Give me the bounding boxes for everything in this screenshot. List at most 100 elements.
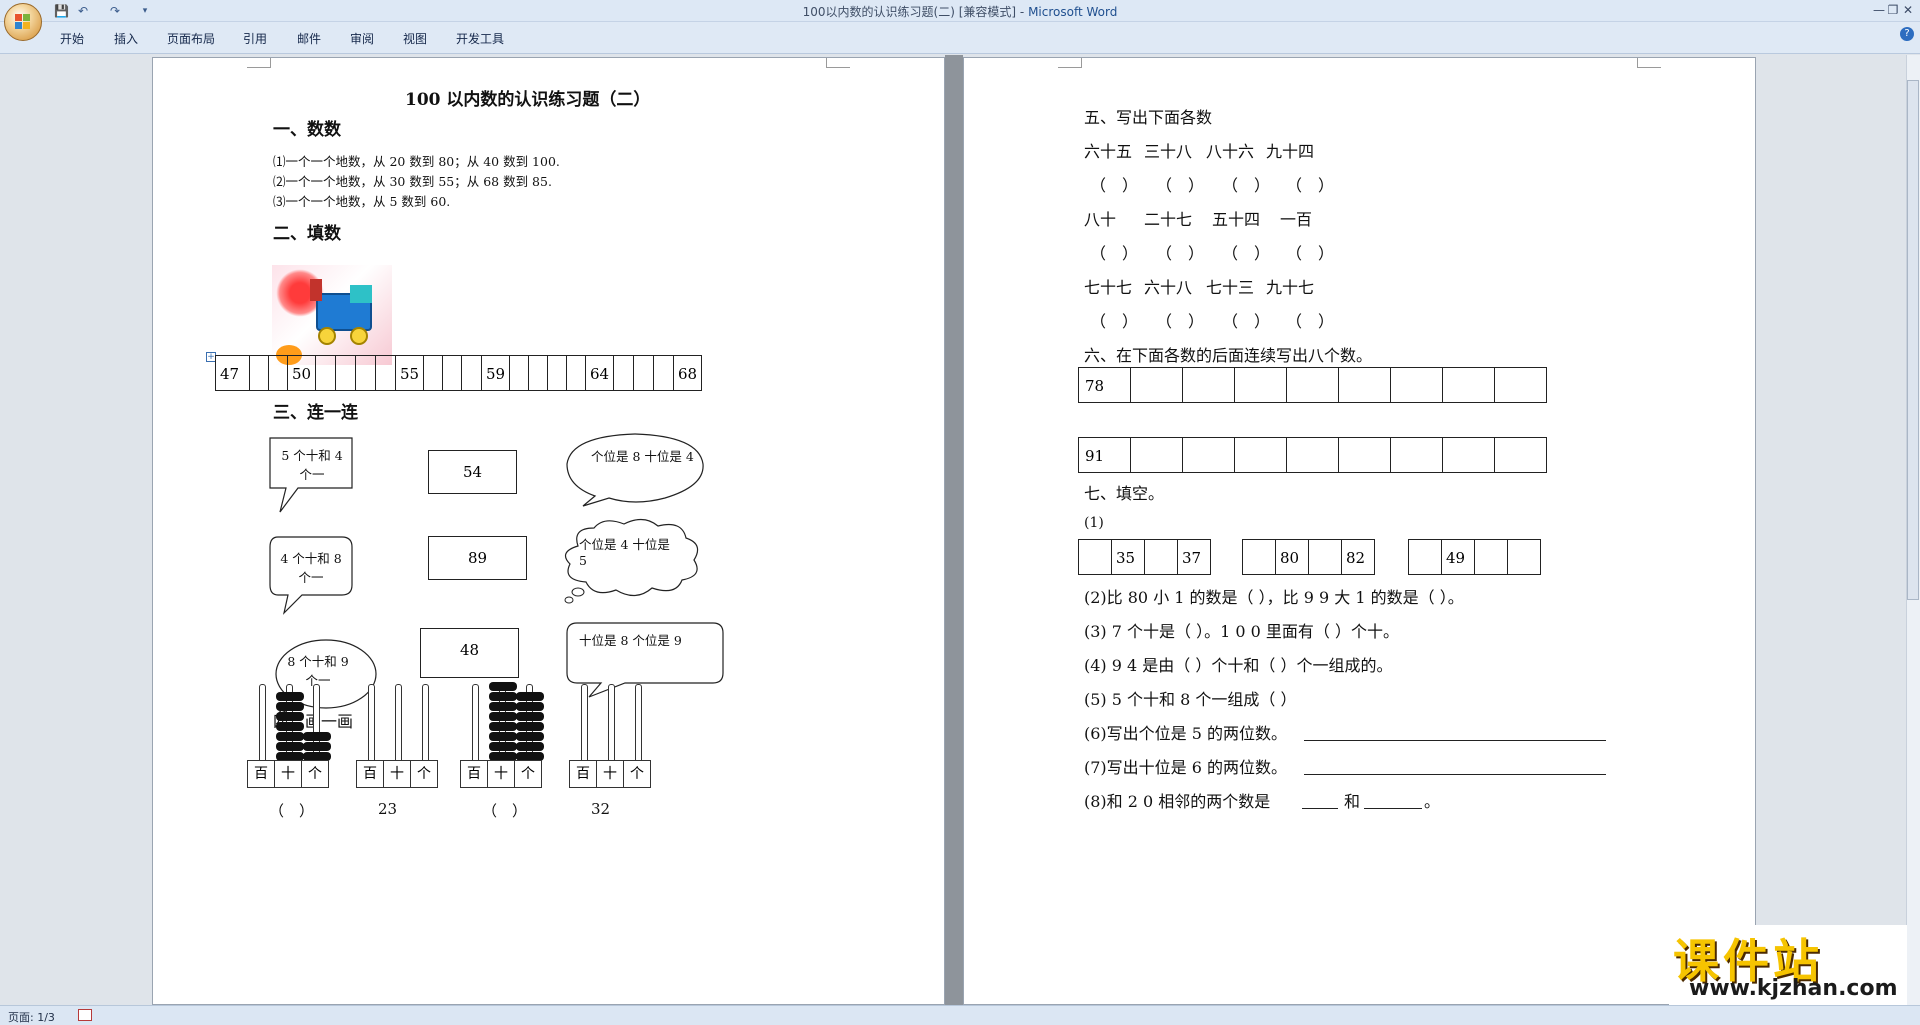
proofing-icon[interactable] [78, 1009, 92, 1021]
number-word: 五十四 [1212, 210, 1261, 229]
train-cell[interactable] [375, 355, 396, 391]
tab-insert[interactable]: 插入 [114, 30, 138, 47]
train-cell[interactable] [566, 355, 586, 391]
tab-home[interactable]: 开始 [60, 30, 84, 47]
sequence-cell[interactable] [1130, 367, 1183, 403]
sequence-cell[interactable] [1286, 367, 1339, 403]
abacus-bead [516, 742, 544, 751]
fill-cell[interactable] [1408, 539, 1442, 575]
fill-cell[interactable] [1242, 539, 1276, 575]
answer-parentheses[interactable]: （ ） [1090, 172, 1138, 196]
train-cell[interactable]: 47 [215, 355, 250, 391]
train-cell[interactable] [355, 355, 376, 391]
train-cell[interactable] [442, 355, 462, 391]
document-page-2[interactable]: 五、写出下面各数 六十五（ ）三十八（ ）八十六（ ）九十四（ ）八十（ ）二十… [963, 57, 1756, 1005]
answer-parentheses[interactable]: （ ） [1156, 172, 1204, 196]
sequence-cell[interactable] [1338, 367, 1391, 403]
train-cell[interactable]: 59 [481, 355, 510, 391]
train-cell[interactable]: 68 [673, 355, 702, 391]
tab-developer[interactable]: 开发工具 [456, 30, 504, 47]
sequence-cell[interactable] [1494, 367, 1547, 403]
train-cell[interactable] [528, 355, 548, 391]
fill-cell[interactable] [1078, 539, 1112, 575]
help-icon[interactable]: ? [1900, 27, 1914, 41]
train-cell[interactable] [461, 355, 482, 391]
place-label: 个 [417, 766, 431, 782]
office-logo-icon [15, 14, 31, 30]
answer-parentheses[interactable]: （ ） [1156, 308, 1204, 332]
train-cell[interactable] [423, 355, 443, 391]
train-cell[interactable] [315, 355, 336, 391]
tab-review[interactable]: 审阅 [350, 30, 374, 47]
place-label: 十 [384, 761, 411, 787]
page-indicator[interactable]: 页面: 1/3 [8, 1009, 55, 1025]
tab-mailings[interactable]: 邮件 [297, 30, 321, 47]
number-word: 三十八 [1144, 142, 1193, 161]
answer-parentheses[interactable]: （ ） [1286, 308, 1334, 332]
sequence-cell[interactable] [1182, 367, 1235, 403]
train-cell[interactable] [633, 355, 654, 391]
fill-cell[interactable] [1474, 539, 1508, 575]
sequence-cell[interactable] [1234, 437, 1287, 473]
answer-parentheses[interactable]: （ ） [1156, 240, 1204, 264]
train-cell[interactable] [249, 355, 269, 391]
fill-cell[interactable]: 37 [1177, 539, 1211, 575]
number-box: 89 [428, 536, 527, 580]
fill-cell[interactable]: 80 [1275, 539, 1309, 575]
sequence-cell[interactable] [1390, 437, 1443, 473]
sequence-cell[interactable] [1338, 437, 1391, 473]
abacus-bead [303, 742, 331, 751]
train-wheel [318, 327, 336, 345]
answer-parentheses[interactable]: （ ） [1222, 308, 1270, 332]
sequence-cell[interactable] [1234, 367, 1287, 403]
answer-line[interactable] [1304, 774, 1606, 775]
answer-parentheses[interactable]: （ ） [1222, 172, 1270, 196]
train-cell[interactable] [613, 355, 634, 391]
sequence-cell[interactable] [1442, 437, 1495, 473]
train-cell[interactable] [509, 355, 529, 391]
sequence-cell[interactable] [1494, 437, 1547, 473]
sequence-cell[interactable] [1286, 437, 1339, 473]
answer-parentheses[interactable]: （ ） [1286, 240, 1334, 264]
train-cell[interactable]: 50 [287, 355, 316, 391]
train-cell[interactable] [653, 355, 674, 391]
answer-line[interactable] [1364, 808, 1422, 809]
answer-line[interactable] [1302, 808, 1338, 809]
number-word: 六十八 [1144, 278, 1193, 297]
fill-cell[interactable] [1308, 539, 1342, 575]
document-page-1[interactable]: 100 以内数的认识练习题（二） 一、数数 ⑴一个一个地数，从 20 数到 80… [152, 57, 945, 1005]
kjzhan-watermark: 课件站 www.kjzhan.com [1669, 925, 1907, 1005]
abacus-rod [395, 684, 402, 762]
fill-cell[interactable]: 35 [1111, 539, 1145, 575]
sequence-cell[interactable] [1390, 367, 1443, 403]
train-cell[interactable]: 55 [395, 355, 424, 391]
tab-references[interactable]: 引用 [243, 30, 267, 47]
abacus-bead [489, 742, 517, 751]
sequence-cell[interactable] [1442, 367, 1495, 403]
fill-cell[interactable] [1144, 539, 1178, 575]
train-cell[interactable]: 64 [585, 355, 614, 391]
sequence-cell[interactable] [1130, 437, 1183, 473]
abacus-rod [581, 684, 588, 762]
office-button[interactable] [4, 3, 42, 41]
train-cell[interactable] [268, 355, 288, 391]
answer-parentheses[interactable]: （ ） [1090, 240, 1138, 264]
answer-parentheses[interactable]: （ ） [1286, 172, 1334, 196]
train-cell[interactable] [547, 355, 567, 391]
sequence-cell[interactable]: 78 [1078, 367, 1131, 403]
sequence-cell[interactable]: 91 [1078, 437, 1131, 473]
number-word: 八十六 [1206, 142, 1255, 161]
scrollbar-thumb[interactable] [1907, 80, 1919, 600]
close-button[interactable]: ✕ [1895, 2, 1920, 18]
fill-cell[interactable]: 49 [1441, 539, 1475, 575]
oval-callout [566, 433, 704, 507]
tab-page-layout[interactable]: 页面布局 [167, 30, 215, 47]
answer-line[interactable] [1304, 740, 1606, 741]
fill-cell[interactable]: 82 [1341, 539, 1375, 575]
answer-parentheses[interactable]: （ ） [1090, 308, 1138, 332]
train-cell[interactable] [335, 355, 356, 391]
fill-cell[interactable] [1507, 539, 1541, 575]
tab-view[interactable]: 视图 [403, 30, 427, 47]
answer-parentheses[interactable]: （ ） [1222, 240, 1270, 264]
sequence-cell[interactable] [1182, 437, 1235, 473]
